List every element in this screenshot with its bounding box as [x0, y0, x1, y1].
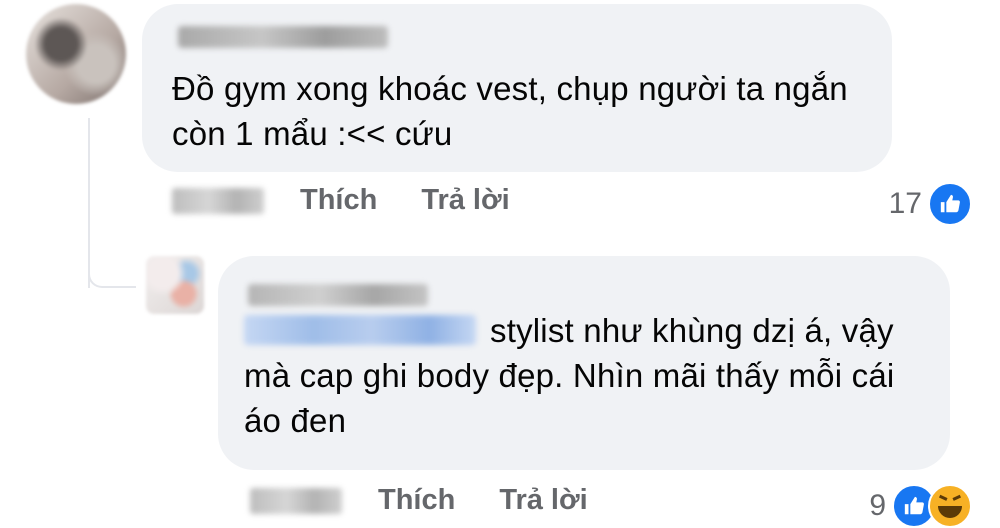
comment-timestamp-blurred[interactable] [172, 187, 264, 214]
reaction-count: 17 [888, 187, 922, 220]
reply-text-container: stylist như khùng dzị á, vậy mà cap ghi … [244, 308, 934, 443]
reply-reply-button[interactable]: Trả lời [499, 484, 587, 517]
reply-button[interactable]: Trả lời [421, 184, 509, 217]
comment-author-name-blurred[interactable] [178, 26, 388, 48]
reply-avatar[interactable] [146, 256, 204, 314]
reply-timestamp-blurred[interactable] [250, 487, 342, 514]
avatar[interactable] [26, 4, 126, 104]
reaction-summary[interactable]: 17 [889, 182, 972, 226]
comment-text: Đồ gym xong khoác vest, chụp người ta ng… [172, 70, 848, 152]
reply-reaction-count: 9 [869, 489, 886, 522]
comment-bubble: Đồ gym xong khoác vest, chụp người ta ng… [142, 4, 892, 172]
reply-thread-connector [88, 250, 136, 288]
reply-like-button[interactable]: Thích [378, 484, 455, 517]
reply-actions: Thích Trả lời [250, 484, 632, 517]
reply-bubble: stylist như khùng dzị á, vậy mà cap ghi … [218, 256, 950, 470]
reply-reaction-summary[interactable]: 9 [869, 484, 972, 528]
like-icon [928, 182, 972, 226]
comment-actions: Thích Trả lời [172, 184, 554, 217]
like-button[interactable]: Thích [300, 184, 377, 217]
reply-author-name-blurred[interactable] [248, 284, 428, 306]
haha-icon [928, 484, 972, 528]
mention-tag-blurred[interactable] [244, 315, 476, 345]
